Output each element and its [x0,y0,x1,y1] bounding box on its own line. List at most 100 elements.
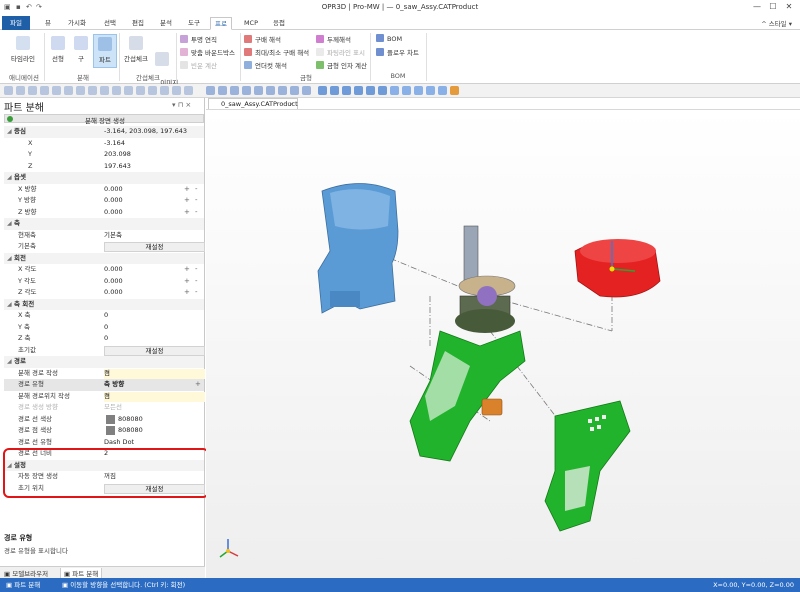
property-value[interactable]: 0 [104,333,108,344]
back-view-icon[interactable] [218,86,227,95]
parts-button[interactable]: 파트 [93,34,117,68]
tab-file[interactable]: 파일 [2,16,30,30]
cube-icon[interactable] [366,86,375,95]
color-swatch[interactable] [106,414,115,424]
property-row[interactable]: X -3.164 [4,138,204,150]
3d-viewport[interactable] [206,109,800,578]
property-section[interactable]: ◢ 축 [4,218,204,230]
tab-mcp[interactable]: MCP [240,17,262,30]
bottom-view-icon[interactable] [266,86,275,95]
plus-button[interactable]: + [184,276,190,287]
tab-pro[interactable]: 프로 [210,17,232,30]
property-value[interactable]: 켬 [104,391,110,402]
property-row[interactable]: Z 축 0 [4,333,204,345]
property-row[interactable]: Z 197.643 [4,161,204,173]
transparent-button[interactable]: 투명 연직 [180,34,217,44]
expand-icon[interactable]: ◢ [7,218,12,229]
palette-icon[interactable] [450,86,459,95]
shade-icon[interactable] [438,86,447,95]
measure-icon[interactable] [16,86,25,95]
motor-assembly[interactable] [455,225,516,333]
minus-button[interactable]: - [195,287,198,298]
shade-icon[interactable] [426,86,435,95]
plus-button[interactable]: + [184,264,190,275]
property-value[interactable]: Dash Dot [104,437,134,448]
undercut-button[interactable]: 언더컷 해석 [244,60,287,70]
property-row[interactable]: 경로 선 유형 Dash Dot [4,437,204,449]
iso-view-icon[interactable] [278,86,287,95]
minus-button[interactable]: - [195,195,198,206]
property-row[interactable]: Z 방향 0.000 + - [4,207,204,219]
plus-button[interactable]: + [184,207,190,218]
property-value[interactable]: 켬 [104,368,110,379]
property-row[interactable]: Y 방향 0.000 + - [4,195,204,207]
tab-model-browser[interactable]: ▣ 모델브라우저 [4,568,48,578]
color-swatch[interactable] [106,426,115,435]
property-value[interactable]: 0.000 [104,184,123,195]
property-row[interactable]: 분해 경로위치 작성 켬 [4,391,205,403]
minmax-draft-button[interactable]: 최대/최소 구배 해석 [244,47,309,57]
section-icon[interactable] [64,86,73,95]
property-value[interactable]: 0.000 [104,264,123,275]
property-value[interactable]: 197.643 [104,161,131,172]
tab-analysis[interactable]: 분석 [156,17,176,30]
property-value[interactable]: 203.098 [104,149,131,160]
plus-button[interactable]: + [184,287,190,298]
plus-button[interactable]: + [184,184,190,195]
mold-factor-button[interactable]: 금형 인자 계산 [316,60,367,70]
create-scene-bar[interactable]: 분해 장면 생성 [4,114,204,125]
perspective-icon[interactable] [290,86,299,95]
document-tab[interactable]: 0_saw_Assy.CATProduct × [208,98,298,109]
filter-icon[interactable] [184,86,193,95]
property-row[interactable]: X 각도 0.000 + - [4,264,204,276]
cube-icon[interactable] [378,86,387,95]
style-menu[interactable]: ^ 스타일 ▾ [761,18,792,28]
property-value[interactable]: 0.000 [104,287,123,298]
minus-button[interactable]: - [195,264,198,275]
cube-icon[interactable] [318,86,327,95]
property-value[interactable]: 0.000 [104,207,123,218]
angle-icon[interactable] [52,86,61,95]
parting-line-button[interactable]: 파팅라인 표시 [316,47,365,57]
linear-button[interactable]: 선형 [48,36,68,63]
bom-button[interactable]: BOM [376,34,402,43]
flow-chart-button[interactable]: 플로우 차트 [376,47,419,57]
reset-button[interactable]: 재설정 [104,242,205,252]
wire-icon[interactable] [302,86,311,95]
property-row[interactable]: 초기값 재설정 [4,345,205,357]
front-view-icon[interactable] [206,86,215,95]
tab-edit[interactable]: 편집 [128,17,148,30]
select-icon[interactable] [4,86,13,95]
expand-icon[interactable]: ◢ [7,172,12,183]
draft-analysis-button[interactable]: 구배 해석 [244,34,281,44]
property-row[interactable]: 현재축 기본축 [4,230,204,242]
right-view-icon[interactable] [242,86,251,95]
property-section[interactable]: ◢ 옵셋 [4,172,204,184]
shade-icon[interactable] [402,86,411,95]
minus-button[interactable]: - [195,207,198,218]
blue-housing-part[interactable] [317,183,399,314]
model-view[interactable] [206,110,800,579]
tab-tools[interactable]: 도구 [184,17,204,30]
property-row[interactable]: Y 축 0 [4,322,204,334]
plus-button[interactable]: + [184,195,190,206]
expand-icon[interactable]: ◢ [7,356,12,367]
property-value[interactable]: 808080 [118,425,143,436]
tab-apply[interactable]: 응접 [268,17,290,30]
property-row[interactable]: 경로 생성 방향 모든선 [4,402,204,414]
property-value[interactable]: 808080 [118,414,143,425]
fit-icon[interactable] [148,86,157,95]
property-row[interactable]: 경로 선 색상 808080 [4,414,204,426]
sphere-button[interactable]: 구 [72,36,90,63]
panel-pin-buttons[interactable]: ▾ ⊓ × [172,101,191,109]
minus-button[interactable]: - [195,184,198,195]
expand-icon[interactable]: ◢ [7,253,12,264]
property-value[interactable]: 축 방향 [104,379,124,390]
plus-button[interactable]: + [195,379,201,390]
red-cap-part[interactable] [574,239,661,298]
property-row[interactable]: Y 각도 0.000 + - [4,276,204,288]
expand-icon[interactable]: ◢ [7,299,12,310]
reset-button[interactable]: 재설정 [104,345,205,356]
minus-button[interactable]: - [195,276,198,287]
property-value[interactable]: 0 [104,322,108,333]
